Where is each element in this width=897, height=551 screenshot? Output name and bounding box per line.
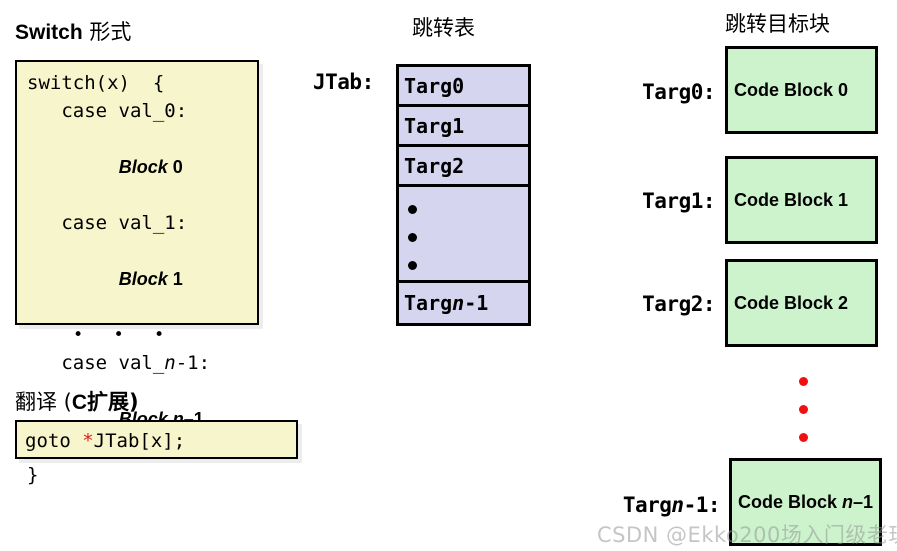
code-block-n-var: n (842, 491, 854, 512)
switch-case-n-post: -1: (175, 352, 211, 374)
code-block-n-pre: Code Block (738, 491, 843, 512)
switch-form-heading: Switch 形式 (15, 20, 132, 44)
jump-table-row[interactable]: Targ2 (399, 147, 528, 187)
code-block-0-text: Code Block 0 (734, 79, 849, 100)
switch-code-box: switch(x) { case val_0: Block 0 case val… (15, 60, 259, 486)
switch-line-1: switch(x) { (27, 72, 165, 94)
code-block-1[interactable]: Code Block 1 (725, 156, 878, 244)
jump-table-row-post: -1 (464, 291, 489, 315)
jump-table: Targ0 Targ1 Targ2 Targ n -1 (396, 64, 531, 326)
code-block-1-text: Code Block 1 (734, 189, 849, 210)
code-block-0[interactable]: Code Block 0 (725, 46, 878, 134)
target-label-n-post: -1: (683, 493, 721, 517)
switch-block-1-num: 1 (167, 269, 183, 289)
target-label-2: Targ2: (642, 292, 715, 316)
jump-table-heading-text: 跳转表 (412, 16, 475, 40)
jump-table-row[interactable]: Targ1 (399, 107, 528, 147)
jump-table-row-var: n (452, 291, 465, 315)
switch-ellipsis: • • • (73, 325, 175, 345)
vertical-dot-icon (408, 205, 417, 214)
switch-line-case-n: case val_n-1: (27, 349, 247, 377)
jtab-base-label: JTab: (313, 70, 374, 94)
switch-block-0-num: 0 (167, 157, 183, 177)
switch-line-2: case val_0: (27, 100, 188, 122)
target-label-n-pre: Targ (622, 493, 672, 517)
goto-target: JTab[x]; (93, 430, 186, 452)
switch-block-0: Block 0 (27, 125, 247, 209)
goto-deref-star: * (82, 430, 94, 452)
jump-table-heading: 跳转表 (412, 18, 475, 39)
target-label-n: Targn-1: (575, 493, 721, 517)
jump-table-row[interactable]: Targ0 (399, 67, 528, 107)
vertical-dot-icon (799, 405, 808, 414)
vertical-dot-icon (799, 433, 808, 442)
goto-code-box: goto *JTab[x]; (15, 420, 298, 459)
translation-heading-cjk: 翻译 ( (15, 390, 72, 414)
jump-table-row-ellipsis (399, 187, 528, 283)
code-block-n-post: –1 (853, 491, 874, 512)
target-blocks-heading-text: 跳转目标块 (725, 12, 830, 36)
switch-form-heading-cjk: 形式 (82, 20, 132, 44)
translation-heading-cjk2: 扩展) (87, 390, 139, 414)
switch-block-1: Block 1 (27, 237, 247, 321)
switch-case-n-var: n (164, 352, 176, 374)
translation-heading: 翻译 (C扩展) (15, 390, 139, 414)
target-label-1: Targ1: (642, 189, 715, 213)
code-block-n-text: Code Block n–1 (738, 492, 873, 513)
switch-line-4: case val_1: (27, 212, 188, 234)
switch-case-n-pre: case val_ (27, 352, 165, 374)
translation-heading-latin: C (71, 391, 88, 414)
switch-form-heading-latin: Switch (15, 21, 83, 44)
target-blocks-heading: 跳转目标块 (725, 14, 830, 35)
goto-statement: goto *JTab[x]; (25, 426, 296, 456)
target-label-n-var: n (671, 493, 684, 517)
switch-block-1-label: Block (118, 269, 168, 289)
code-block-2[interactable]: Code Block 2 (725, 259, 878, 347)
switch-block-0-label: Block (118, 157, 168, 177)
vertical-dot-icon (408, 233, 417, 242)
vertical-dot-icon (408, 261, 417, 270)
jump-table-row-pre: Targ (404, 291, 453, 315)
switch-line-close: } (27, 464, 39, 486)
target-label-0: Targ0: (642, 80, 715, 104)
watermark: CSDN @Ekko200场入门级老玩家 (597, 523, 897, 547)
jump-table-row[interactable]: Targ n -1 (399, 283, 528, 323)
vertical-dot-icon (799, 377, 808, 386)
code-block-2-text: Code Block 2 (734, 292, 849, 313)
goto-keyword: goto (25, 430, 83, 452)
